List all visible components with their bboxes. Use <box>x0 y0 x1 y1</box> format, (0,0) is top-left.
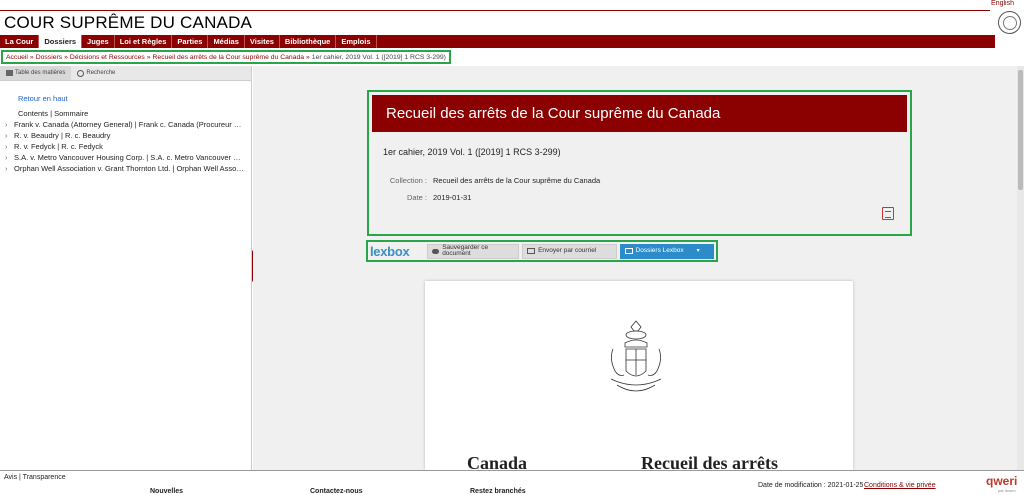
nav-item-3[interactable]: Loi et Règles <box>115 35 173 48</box>
toc-item[interactable]: › R. v. Beaudry | R. c. Beaudry <box>5 130 245 141</box>
breadcrumb-separator: » <box>29 54 34 61</box>
breadcrumb-separator: » <box>306 54 310 61</box>
chevron-right-icon: › <box>5 131 8 140</box>
modified-date: Date de modification : 2021-01-25 <box>758 482 864 489</box>
volume-subtitle: 1er cahier, 2019 Vol. 1 ([2019] 1 RCS 3-… <box>383 147 561 157</box>
toc-panel: Table des matières Recherche Retour en h… <box>0 66 252 470</box>
tab-search[interactable]: Recherche <box>71 66 121 80</box>
nav-item-2[interactable]: Juges <box>82 35 115 48</box>
toc-item-label: Frank v. Canada (Attorney General) | Fra… <box>14 120 245 129</box>
toc-item[interactable]: › Orphan Well Association v. Grant Thornt… <box>5 163 245 174</box>
main-nav: La Cour Dossiers Juges Loi et Règles Parties… <box>0 35 995 48</box>
toc-item-label: R. v. Fedyck | R. c. Fedyck <box>14 142 103 151</box>
scrollbar-thumb[interactable] <box>1018 70 1023 190</box>
save-document-button[interactable]: Sauvegarder ce document <box>426 243 520 259</box>
qweri-logo[interactable]: qweri <box>986 474 1017 488</box>
nav-item-1[interactable]: Dossiers <box>39 35 83 48</box>
coat-of-arms-icon <box>610 320 662 392</box>
breadcrumb-decisions[interactable]: Décisions et Ressources <box>70 54 145 61</box>
nav-item-0[interactable]: La Cour <box>0 35 40 48</box>
toc-item-label: Orphan Well Association v. Grant Thornto… <box>14 164 245 173</box>
collection-title: Recueil des arrêts de la Cour suprême du… <box>372 95 907 132</box>
breadcrumb: Accueil» Dossiers» Décisions et Ressources… <box>1 50 451 64</box>
date-row: Date : 2019-01-31 <box>377 193 471 202</box>
lexbox-toolbar: lexbox Sauvegarder ce document Envoyer p… <box>366 240 718 262</box>
pdf-download-icon[interactable] <box>882 207 894 220</box>
nav-item-4[interactable]: Parties <box>172 35 209 48</box>
breadcrumb-dossiers[interactable]: Dossiers <box>36 54 62 61</box>
date-value: 2019-01-31 <box>433 193 472 202</box>
date-label: Date : <box>406 193 427 202</box>
toc-item[interactable]: › Frank v. Canada (Attorney General) | Fr… <box>5 119 245 130</box>
chevron-right-icon: › <box>5 142 8 151</box>
tab-table-of-contents[interactable]: Table des matières <box>0 66 72 80</box>
lexbox-folders-dropdown[interactable]: Dossiers Lexbox ▾ <box>619 243 714 259</box>
breadcrumb-home[interactable]: Accueil <box>6 54 28 61</box>
document-page: Canada Recueil des arrêts <box>425 281 853 473</box>
email-label: Envoyer par courriel <box>538 246 597 254</box>
search-icon <box>77 69 85 77</box>
toc-item[interactable]: › S.A. v. Metro Vancouver Housing Corp. |… <box>5 152 245 163</box>
nav-item-6[interactable]: Visites <box>245 35 280 48</box>
tab-label: Recherche <box>86 70 116 76</box>
breadcrumb-current: 1er cahier, 2019 Vol. 1 ([2019] 1 RCS 3-… <box>311 54 446 61</box>
chevron-right-icon: › <box>5 120 8 129</box>
lexbox-logo: lexbox <box>370 243 410 259</box>
collection-row: Collection : Recueil des arrêts de la Cou… <box>377 176 600 185</box>
book-icon <box>6 70 13 76</box>
collection-label: Collection : <box>389 176 427 185</box>
court-seal-icon <box>998 11 1021 34</box>
header-divider <box>0 10 990 11</box>
back-to-top-link[interactable]: Retour en haut <box>18 94 68 103</box>
nav-item-8[interactable]: Emplois <box>336 35 377 48</box>
breadcrumb-recueil[interactable]: Recueil des arrêts de la Cour suprême du… <box>153 54 305 61</box>
qweri-sub-label: par lexum <box>998 488 1016 493</box>
tab-label: Table des matières <box>15 70 66 76</box>
breadcrumb-separator: » <box>64 54 68 61</box>
cloud-download-icon <box>431 248 440 254</box>
email-button[interactable]: Envoyer par courriel <box>522 243 617 259</box>
save-document-label: Sauvegarder ce document <box>442 243 489 257</box>
toc-item-label: S.A. v. Metro Vancouver Housing Corp. | … <box>14 153 245 162</box>
collection-info-card: Recueil des arrêts de la Cour suprême du… <box>367 90 912 236</box>
folder-icon <box>624 248 633 254</box>
toc-item-contents[interactable]: Contents | Sommaire <box>5 108 245 119</box>
site-title[interactable]: COUR SUPRÊME DU CANADA <box>4 13 252 33</box>
top-strip: English <box>0 0 1024 10</box>
footer-links[interactable]: Avis | Transparence <box>4 474 66 481</box>
language-toggle-link[interactable]: English <box>991 0 1014 7</box>
chevron-right-icon: › <box>5 164 8 173</box>
mail-icon <box>527 248 536 254</box>
caret-down-icon: ▾ <box>696 247 700 254</box>
toc-item[interactable]: › R. v. Fedyck | R. c. Fedyck <box>5 141 245 152</box>
breadcrumb-separator: » <box>146 54 151 61</box>
footer: Avis | Transparence Nouvelles Contactez-… <box>0 470 1024 495</box>
nav-item-7[interactable]: Bibliothèque <box>280 35 337 48</box>
toc-list: Contents | Sommaire › Frank v. Canada (At… <box>5 108 245 174</box>
conditions-privacy-link[interactable]: Conditions & vie privée <box>864 482 936 489</box>
folders-label: Dossiers Lexbox <box>635 246 684 254</box>
nav-item-5[interactable]: Médias <box>208 35 245 48</box>
collection-value: Recueil des arrêts de la Cour suprême du… <box>433 176 601 185</box>
toc-item-label: R. v. Beaudry | R. c. Beaudry <box>14 131 111 140</box>
chevron-right-icon: › <box>5 153 8 162</box>
panel-tabs: Table des matières Recherche <box>0 66 251 81</box>
